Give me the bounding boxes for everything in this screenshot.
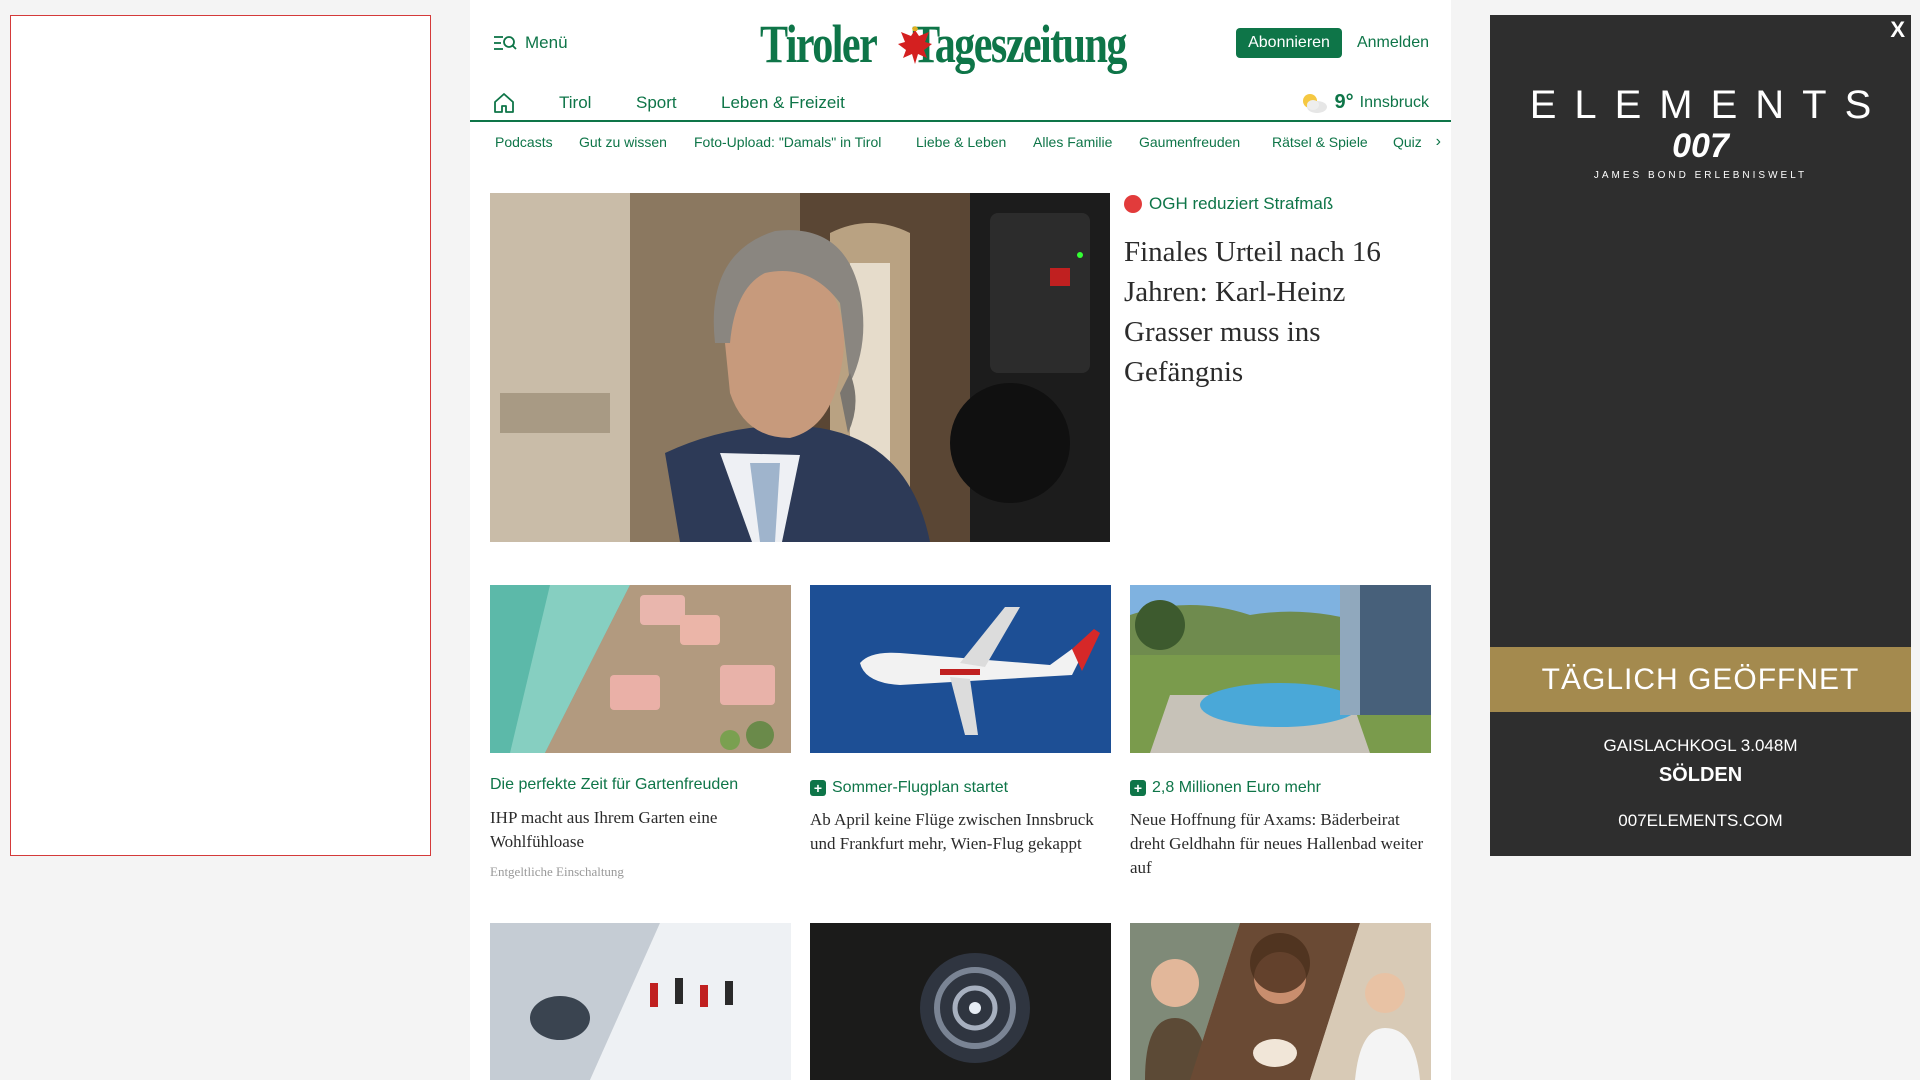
main-column: Menü Tiroler Tageszeitung Abonnieren Anme… <box>470 0 1451 1080</box>
ad-brand: ELEMENTS <box>1529 83 1890 127</box>
header-actions: Abonnieren Anmelden <box>1236 28 1429 58</box>
subnav-item-gaumenfreuden[interactable]: Gaumenfreuden <box>1139 134 1240 150</box>
ad-place: SÖLDEN <box>1658 764 1743 786</box>
logo-text-left: Tiroler <box>760 14 878 74</box>
subscribe-button[interactable]: Abonnieren <box>1236 28 1342 58</box>
sun-cloud-icon <box>1302 93 1327 113</box>
card-image-spiral[interactable] <box>810 923 1111 1080</box>
sub-nav: Podcasts Gut zu wissen Foto-Upload: "Dam… <box>470 122 1451 160</box>
card-title-garden[interactable]: IHP macht aus Ihrem Garten eine Wohlfühl… <box>490 806 795 854</box>
weather-temp: 9° <box>1334 91 1354 113</box>
main-nav: Tirol Sport Leben & Freizeit 9° Innsbruc… <box>470 88 1451 122</box>
card-image-garden[interactable] <box>490 585 791 753</box>
site-logo[interactable]: Tiroler Tageszeitung <box>760 14 1170 74</box>
home-icon[interactable] <box>492 92 516 114</box>
card-kicker-flight[interactable]: + Sommer-Flugplan startet <box>810 779 1008 797</box>
card-kicker-text: Die perfekte Zeit für Gartenfreuden <box>490 776 739 793</box>
subnav-item-gut-zu-wissen[interactable]: Gut zu wissen <box>579 134 667 150</box>
card-image-pool[interactable] <box>1130 585 1431 753</box>
card-title-flight[interactable]: Ab April keine Flüge zwischen Innsbruck … <box>810 808 1115 856</box>
plus-icon: + <box>810 780 826 796</box>
hero-title[interactable]: Finales Urteil nach 16 Jahren: Karl-Hein… <box>1124 232 1424 392</box>
login-link[interactable]: Anmelden <box>1357 34 1429 52</box>
sponsored-note: Entgeltliche Einschaltung <box>490 864 624 879</box>
ad-url[interactable]: 007ELEMENTS.COM <box>1490 811 1911 831</box>
plus-icon: + <box>1130 780 1146 796</box>
subnav-item-alles-familie[interactable]: Alles Familie <box>1033 134 1112 150</box>
logo-text: Tiroler Tageszeitung <box>760 13 1127 75</box>
card-image-airplane[interactable] <box>810 585 1111 753</box>
hero-kicker[interactable]: OGH reduziert Strafmaß <box>1124 194 1333 214</box>
subnav-item-podcasts[interactable]: Podcasts <box>495 134 553 150</box>
ad-open-daily-band: TÄGLICH GEÖFFNET <box>1490 647 1911 712</box>
hero-kicker-text: OGH reduziert Strafmaß <box>1149 194 1334 213</box>
ad-subtitle: JAMES BOND ERLEBNISWELT <box>1593 170 1808 181</box>
subnav-item-liebe-leben[interactable]: Liebe & Leben <box>916 134 1006 150</box>
tyrolean-eagle-icon <box>898 26 932 64</box>
logo-text-right: Tageszeitung <box>912 14 1127 74</box>
weather-city: Innsbruck <box>1359 93 1429 111</box>
menu-button[interactable]: Menü <box>493 33 568 53</box>
left-ad-frame <box>10 15 431 856</box>
weather-widget[interactable]: 9° Innsbruck <box>1299 91 1429 114</box>
ad-peak: GAISLACHKOGL 3.048M <box>1603 736 1798 755</box>
card-kicker-pool[interactable]: + 2,8 Millionen Euro mehr <box>1130 779 1321 797</box>
nav-item-leben-freizeit[interactable]: Leben & Freizeit <box>721 93 845 113</box>
ad-close-button[interactable]: X <box>1890 17 1905 43</box>
subnav-next-icon[interactable]: › <box>1436 133 1441 151</box>
subnav-item-quiz[interactable]: Quiz <box>1393 134 1422 150</box>
card-image-avalanche[interactable] <box>490 923 791 1080</box>
nav-item-tirol[interactable]: Tirol <box>559 93 591 113</box>
card-title-pool[interactable]: Neue Hoffnung für Axams: Bäderbeirat dre… <box>1130 808 1435 880</box>
nav-item-sport[interactable]: Sport <box>636 93 677 113</box>
live-dot-icon <box>1124 195 1142 213</box>
subnav-item-raetsel-spiele[interactable]: Rätsel & Spiele <box>1272 134 1368 150</box>
card-kicker-text: Sommer-Flugplan startet <box>832 779 1009 796</box>
subnav-item-foto-upload[interactable]: Foto-Upload: "Damals" in Tirol <box>694 134 881 150</box>
card-image-portraits[interactable] <box>1130 923 1431 1080</box>
site-header: Menü Tiroler Tageszeitung Abonnieren Anme… <box>470 0 1451 88</box>
menu-label: Menü <box>525 33 568 52</box>
card-kicker-text: 2,8 Millionen Euro mehr <box>1152 779 1321 796</box>
right-ad-banner[interactable]: X ELEMENTS 007 JAMES BOND ERLEBNISWELT T… <box>1490 15 1911 856</box>
hero-image[interactable] <box>490 193 1110 542</box>
menu-search-icon <box>494 36 517 50</box>
ad-007-logo: 007 <box>1672 127 1729 165</box>
card-kicker-garden[interactable]: Die perfekte Zeit für Gartenfreuden <box>490 776 738 794</box>
